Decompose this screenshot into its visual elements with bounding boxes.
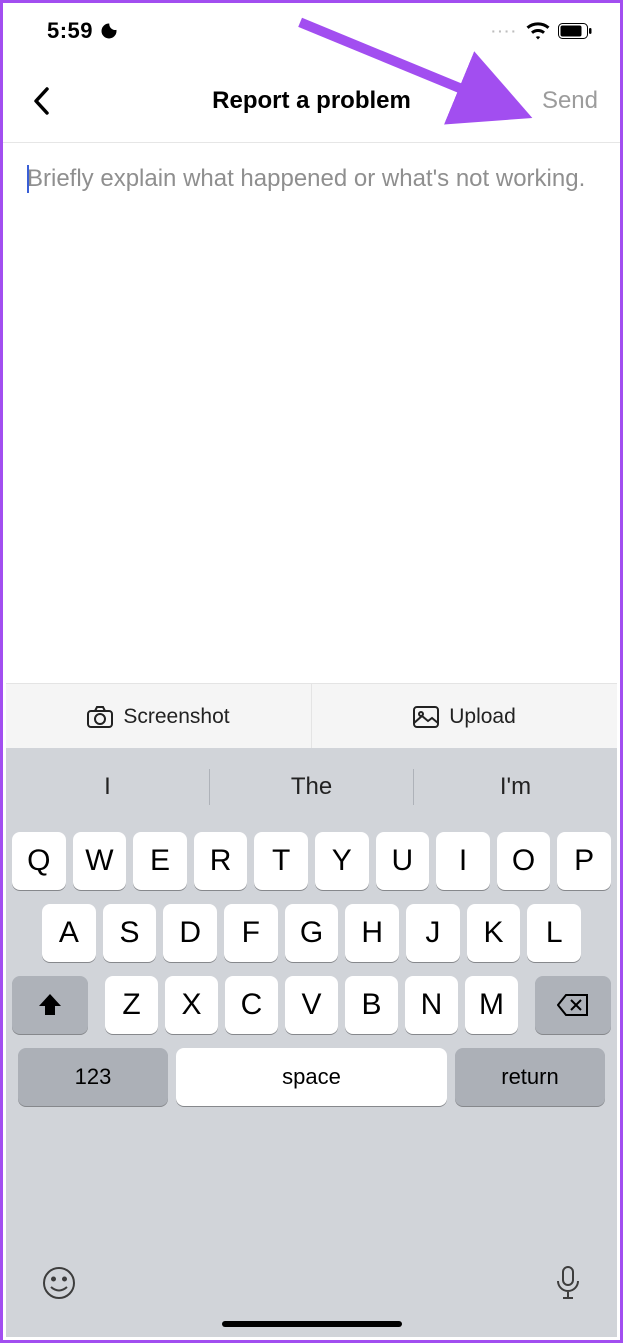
key-c[interactable]: C [225,976,278,1034]
key-a[interactable]: A [42,904,96,962]
home-indicator[interactable] [222,1321,402,1327]
do-not-disturb-icon [99,21,119,41]
keyboard: I The I'm Q W E R T Y U I O P A S D [6,748,617,1337]
backspace-icon [557,993,589,1017]
problem-description-placeholder: Briefly explain what happened or what's … [27,163,596,195]
key-b[interactable]: B [345,976,398,1034]
suggestion-1[interactable]: I [6,748,209,826]
shift-icon [37,992,63,1018]
key-w[interactable]: W [73,832,127,890]
key-s[interactable]: S [103,904,157,962]
key-e[interactable]: E [133,832,187,890]
emoji-button[interactable] [42,1266,76,1303]
suggestion-bar: I The I'm [6,748,617,826]
upload-button[interactable]: Upload [312,684,617,750]
status-bar: 5:59 ···· [3,3,620,59]
key-h[interactable]: H [345,904,399,962]
numeric-key[interactable]: 123 [18,1048,168,1106]
screenshot-button[interactable]: Screenshot [6,684,312,750]
status-time: 5:59 [47,18,93,44]
back-button[interactable] [17,77,65,125]
space-key[interactable]: space [176,1048,447,1106]
key-row-2: A S D F G H J K L [12,904,611,962]
key-o[interactable]: O [497,832,551,890]
key-i[interactable]: I [436,832,490,890]
key-q[interactable]: Q [12,832,66,890]
key-row-4: 123 space return [12,1048,611,1106]
backspace-key[interactable] [535,976,611,1034]
cellular-loading-icon: ···· [491,23,518,39]
key-row-3: Z X C V B N M [12,976,611,1034]
key-t[interactable]: T [254,832,308,890]
page-title: Report a problem [3,87,620,115]
attachment-toolbar: Screenshot Upload [6,683,617,751]
chevron-left-icon [33,87,49,115]
key-n[interactable]: N [405,976,458,1034]
screenshot-label: Screenshot [123,705,229,729]
send-button[interactable]: Send [538,81,602,121]
return-key[interactable]: return [455,1048,605,1106]
microphone-icon [555,1265,581,1301]
key-p[interactable]: P [557,832,611,890]
key-l[interactable]: L [527,904,581,962]
suggestion-2[interactable]: The [210,748,413,826]
key-f[interactable]: F [224,904,278,962]
image-icon [413,706,439,728]
key-u[interactable]: U [376,832,430,890]
nav-bar: Report a problem Send [3,59,620,143]
wifi-icon [526,21,550,41]
key-m[interactable]: M [465,976,518,1034]
key-y[interactable]: Y [315,832,369,890]
text-cursor [27,165,29,193]
camera-icon [87,706,113,728]
key-row-1: Q W E R T Y U I O P [12,832,611,890]
suggestion-3[interactable]: I'm [414,748,617,826]
problem-description-area[interactable]: Briefly explain what happened or what's … [3,143,620,723]
shift-key[interactable] [12,976,88,1034]
key-x[interactable]: X [165,976,218,1034]
key-z[interactable]: Z [105,976,158,1034]
key-v[interactable]: V [285,976,338,1034]
key-g[interactable]: G [285,904,339,962]
key-k[interactable]: K [467,904,521,962]
key-d[interactable]: D [163,904,217,962]
battery-icon [558,23,592,39]
key-j[interactable]: J [406,904,460,962]
emoji-icon [42,1266,76,1300]
dictation-button[interactable] [555,1265,581,1304]
key-r[interactable]: R [194,832,248,890]
upload-label: Upload [449,705,516,729]
